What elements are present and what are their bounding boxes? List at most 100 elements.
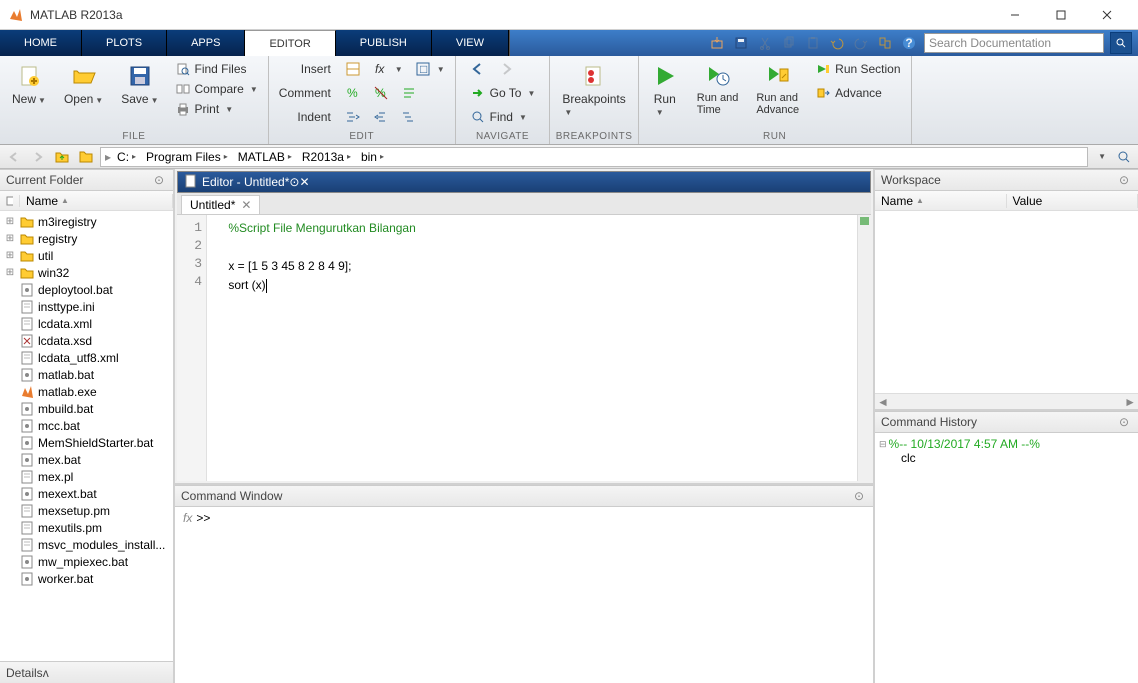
indent-right-button[interactable] — [341, 108, 365, 126]
folder-item[interactable]: mw_mpiexec.bat — [2, 553, 171, 570]
insert-var-button[interactable]: □▼ — [411, 60, 449, 78]
comment-wrap-button[interactable] — [397, 84, 421, 102]
editor-close-icon[interactable]: ✕ — [299, 175, 309, 189]
folder-item[interactable]: mex.bat — [2, 451, 171, 468]
folder-item[interactable]: mcc.bat — [2, 417, 171, 434]
tab-close-icon[interactable]: ✕ — [241, 198, 251, 212]
folder-item[interactable]: mexsetup.pm — [2, 502, 171, 519]
comment-remove-button[interactable]: % — [369, 84, 393, 102]
command-history-body[interactable]: ⊟%-- 10/13/2017 4:57 AM --% clc — [875, 433, 1138, 683]
search-documentation-input[interactable]: Search Documentation — [924, 33, 1104, 53]
folder-item[interactable]: mex.pl — [2, 468, 171, 485]
history-actions-icon[interactable]: ⊙ — [1116, 414, 1132, 430]
close-button[interactable] — [1084, 0, 1130, 30]
minimize-button[interactable] — [992, 0, 1038, 30]
folder-item[interactable]: matlab.bat — [2, 366, 171, 383]
find-button[interactable]: Find▼ — [466, 108, 540, 126]
path-history-button[interactable]: ▼ — [1094, 152, 1110, 161]
indent-left-button[interactable] — [369, 108, 393, 126]
search-go-button[interactable] — [1110, 32, 1132, 54]
nav-back-button[interactable] — [466, 60, 490, 78]
run-and-advance-button[interactable]: Run and Advance — [748, 58, 807, 120]
editor-actions-icon[interactable]: ⊙ — [289, 175, 299, 189]
open-button[interactable]: Open▼ — [56, 58, 111, 110]
folder-item[interactable]: lcdata.xml — [2, 315, 171, 332]
editor-body[interactable]: 1234 %Script File Mengurutkan Bilangan x… — [177, 215, 871, 481]
compare-button[interactable]: Compare▼ — [171, 80, 262, 98]
tab-editor[interactable]: EDITOR — [245, 30, 335, 56]
folder-item[interactable]: ⊞registry — [2, 230, 171, 247]
nav-forward-path-button[interactable] — [28, 147, 48, 167]
tab-plots[interactable]: PLOTS — [82, 30, 167, 56]
print-button[interactable]: Print▼ — [171, 100, 262, 118]
fx-prompt-icon[interactable]: fx — [183, 511, 192, 525]
editor-header[interactable]: Editor - Untitled* ⊙ ✕ — [177, 171, 871, 193]
folder-item[interactable]: ⊞win32 — [2, 264, 171, 281]
folder-item[interactable]: MemShieldStarter.bat — [2, 434, 171, 451]
up-folder-button[interactable] — [52, 147, 72, 167]
folder-item[interactable]: lcdata_utf8.xml — [2, 349, 171, 366]
cmdwin-actions-icon[interactable]: ⊙ — [851, 488, 867, 504]
save-button[interactable]: Save▼ — [113, 58, 166, 110]
current-folder-header[interactable]: Current Folder ⊙ — [0, 169, 173, 191]
editor-file-tab[interactable]: Untitled* ✕ — [181, 195, 260, 214]
paste-icon[interactable] — [804, 34, 822, 52]
details-header[interactable]: Details ʌ — [0, 661, 173, 683]
copy-icon[interactable] — [780, 34, 798, 52]
workspace-name-col[interactable]: Name ▲ — [875, 194, 1007, 208]
folder-item[interactable]: ⊞m3iregistry — [2, 213, 171, 230]
run-button[interactable]: Run▼ — [643, 58, 687, 122]
folder-item[interactable]: insttype.ini — [2, 298, 171, 315]
folder-item[interactable]: mbuild.bat — [2, 400, 171, 417]
panel-actions-icon[interactable]: ⊙ — [151, 172, 167, 188]
command-window-header[interactable]: Command Window ⊙ — [175, 485, 873, 507]
folder-tree[interactable]: ⊞m3iregistry⊞registry⊞util⊞win32deployto… — [0, 211, 173, 661]
workspace-hscroll[interactable]: ◄► — [875, 393, 1138, 409]
folder-item[interactable]: deploytool.bat — [2, 281, 171, 298]
tab-view[interactable]: VIEW — [432, 30, 509, 56]
undo-icon[interactable] — [828, 34, 846, 52]
folder-icon-col[interactable] — [0, 195, 20, 207]
path-search-button[interactable] — [1114, 147, 1134, 167]
tab-publish[interactable]: PUBLISH — [336, 30, 432, 56]
import-icon[interactable] — [708, 34, 726, 52]
switch-windows-icon[interactable] — [876, 34, 894, 52]
folder-item[interactable]: mexext.bat — [2, 485, 171, 502]
breakpoints-button[interactable]: Breakpoints▼ — [554, 58, 633, 122]
browse-folder-button[interactable] — [76, 147, 96, 167]
folder-item[interactable]: msvc_modules_install... — [2, 536, 171, 553]
insert-fx-button[interactable]: fx▼ — [369, 60, 407, 78]
advance-button[interactable]: Advance — [811, 84, 904, 102]
folder-item[interactable]: ⊞util — [2, 247, 171, 264]
workspace-value-col[interactable]: Value — [1007, 194, 1138, 208]
tab-home[interactable]: HOME — [0, 30, 82, 56]
find-files-button[interactable]: Find Files — [171, 60, 262, 78]
folder-item[interactable]: mexutils.pm — [2, 519, 171, 536]
maximize-button[interactable] — [1038, 0, 1084, 30]
details-expand-icon[interactable]: ʌ — [43, 666, 49, 680]
command-window-body[interactable]: fx >> — [175, 507, 873, 683]
workspace-header[interactable]: Workspace ⊙ — [875, 169, 1138, 191]
folder-item[interactable]: lcdata.xsd — [2, 332, 171, 349]
nav-forward-button[interactable] — [494, 60, 518, 78]
tab-apps[interactable]: APPS — [167, 30, 245, 56]
indent-smart-button[interactable] — [397, 108, 421, 126]
folder-name-col[interactable]: Name ▲ — [20, 194, 173, 208]
goto-button[interactable]: Go To▼ — [466, 84, 540, 102]
command-history-header[interactable]: Command History ⊙ — [875, 411, 1138, 433]
workspace-grid[interactable] — [875, 211, 1138, 393]
workspace-actions-icon[interactable]: ⊙ — [1116, 172, 1132, 188]
new-button[interactable]: New▼ — [4, 58, 54, 110]
save-icon[interactable] — [732, 34, 750, 52]
folder-item[interactable]: matlab.exe — [2, 383, 171, 400]
insert-section-button[interactable] — [341, 60, 365, 78]
help-icon[interactable]: ? — [900, 34, 918, 52]
folder-item[interactable]: worker.bat — [2, 570, 171, 587]
run-section-button[interactable]: Run Section — [811, 60, 904, 78]
cut-icon[interactable] — [756, 34, 774, 52]
nav-back-path-button[interactable] — [4, 147, 24, 167]
run-and-time-button[interactable]: Run and Time — [689, 58, 747, 120]
redo-icon[interactable] — [852, 34, 870, 52]
path-field[interactable]: ▸ C: ▸ Program Files ▸ MATLAB ▸ R2013a ▸… — [100, 147, 1088, 167]
comment-add-button[interactable]: % — [341, 84, 365, 102]
